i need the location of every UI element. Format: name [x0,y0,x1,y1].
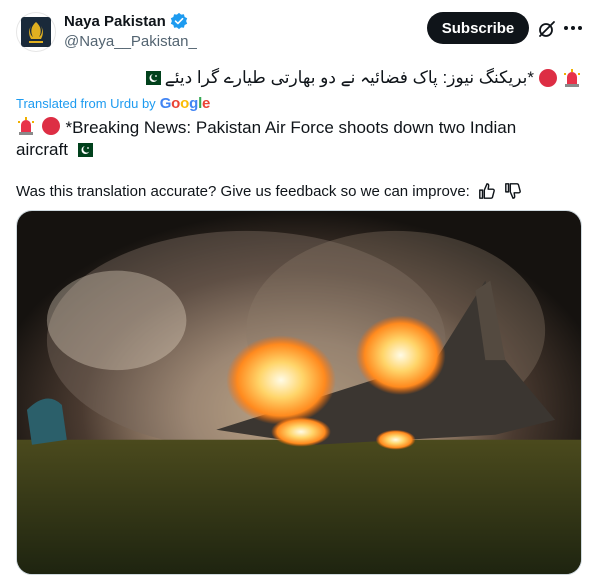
author-display-name[interactable]: Naya Pakistan [64,13,166,30]
grok-icon[interactable] [537,19,557,39]
naya-pakistan-logo [21,17,51,47]
burning-aircraft-image [17,211,581,574]
subscribe-button[interactable]: Subscribe [427,12,529,44]
post-translated-text: *Breaking News: Pakistan Air Force shoot… [16,116,556,161]
siren-icon [564,69,580,87]
red-circle-icon [539,69,557,87]
verified-badge-icon [170,12,187,30]
avatar[interactable] [16,12,56,52]
urdu-text: *بریکنگ نیوز: پاک فضائیہ نے دو بھارتی طی… [164,68,534,87]
post-original-text: *بریکنگ نیوز: پاک فضائیہ نے دو بھارتی طی… [140,66,582,90]
feedback-prompt: Was this translation accurate? Give us f… [16,182,470,200]
author-handle[interactable]: @Naya__Pakistan_ [64,33,197,50]
translation-feedback: Was this translation accurate? Give us f… [16,182,522,200]
post-media-image[interactable] [16,210,582,575]
thumbs-down-icon[interactable] [504,182,522,200]
red-circle-icon [41,117,60,135]
translation-attribution[interactable]: Translated from Urdu by Google [16,95,210,112]
google-logo-icon: Google [159,95,211,112]
pakistan-flag-icon [140,71,161,85]
translated-from-label[interactable]: Translated from Urdu by [16,96,156,111]
thumbs-up-icon[interactable] [478,182,496,200]
more-icon[interactable] [562,17,584,39]
author-name-row[interactable]: Naya Pakistan [64,12,188,30]
siren-icon [18,117,34,135]
pakistan-flag-icon [72,143,93,157]
